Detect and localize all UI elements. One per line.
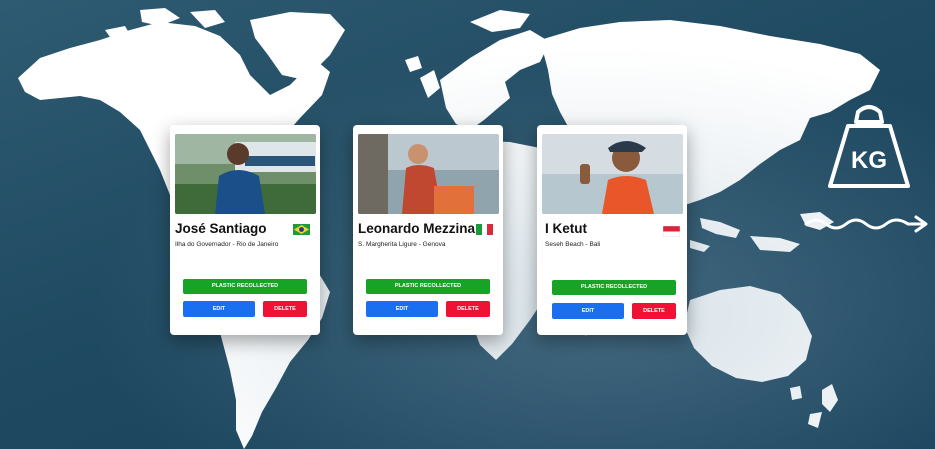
fisherman-card: I Ketut Seseh Beach - Bali PLASTIC RECOL… [537,125,687,335]
fisherman-name: José Santiago [175,221,267,236]
fisherman-location: Ilha do Governador - Rio de Janeiro [175,241,279,248]
plastic-recollected-button[interactable]: PLASTIC RECOLLECTED [366,279,490,294]
edit-button[interactable]: EDIT [552,303,624,319]
italy-flag-icon [476,224,493,235]
fisherman-location: S. Margherita Ligure - Genova [358,241,446,248]
indonesia-flag-icon [663,226,680,237]
plastic-recollected-button[interactable]: PLASTIC RECOLLECTED [552,280,676,295]
fisherman-card: José Santiago Ilha do Governador - Rio d… [170,125,320,335]
delete-button[interactable]: DELETE [446,301,490,317]
fisherman-name: Leonardo Mezzina [358,221,476,236]
fisherman-name: I Ketut [545,221,587,236]
fisherman-photo [542,134,683,214]
arrow-right-icon [804,215,928,233]
plastic-recollected-button[interactable]: PLASTIC RECOLLECTED [183,279,307,294]
edit-button[interactable]: EDIT [366,301,438,317]
delete-button[interactable]: DELETE [632,303,676,319]
fisherman-photo [358,134,499,214]
fisherman-location: Seseh Beach - Bali [545,241,601,248]
weight-kg-icon: KG [828,105,910,188]
fisherman-card: Leonardo Mezzina S. Margherita Ligure - … [353,125,503,335]
weight-kg-label: KG [851,147,887,174]
fisherman-photo [175,134,316,214]
edit-button[interactable]: EDIT [183,301,255,317]
delete-button[interactable]: DELETE [263,301,307,317]
brazil-flag-icon [293,224,310,235]
